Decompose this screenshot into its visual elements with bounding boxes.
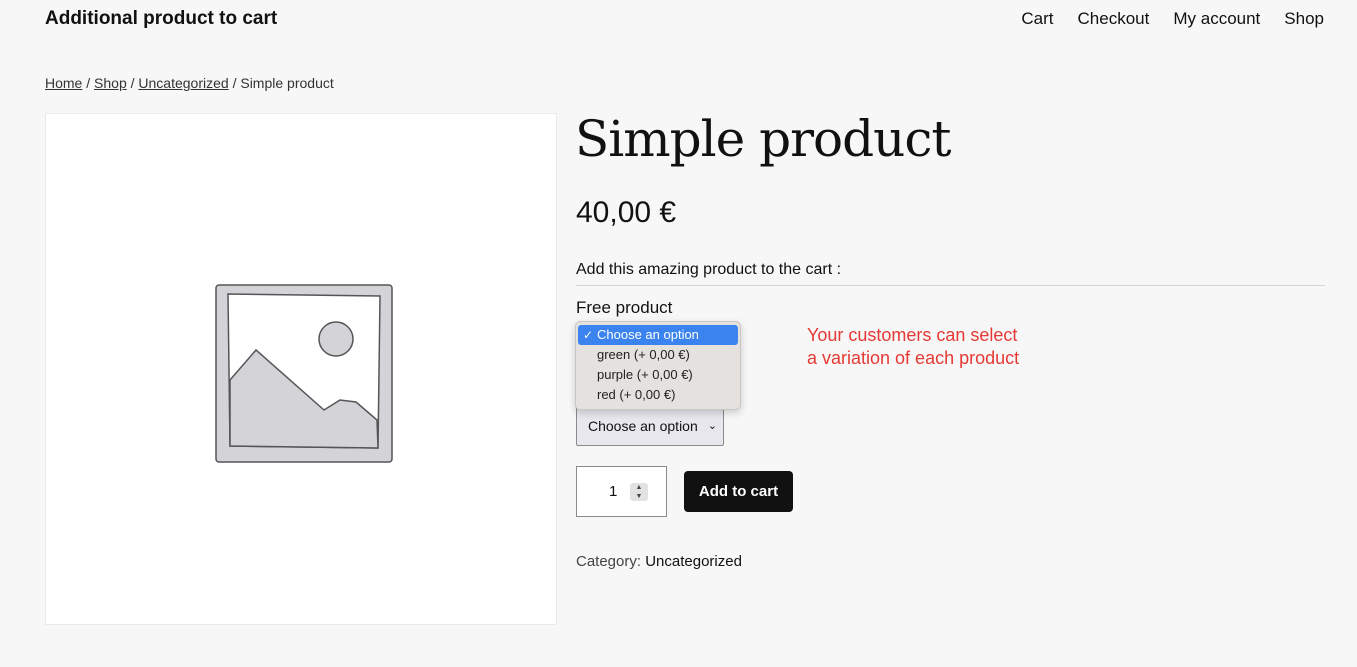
spinner-arrows-icon[interactable]: ▲ ▼ [630,483,648,501]
annotation-callout: Your customers can select a variation of… [807,324,1107,370]
breadcrumb: Home / Shop / Uncategorized / Simple pro… [45,75,334,91]
site-title[interactable]: Additional product to cart [45,8,277,30]
option-purple[interactable]: purple (+ 0,00 €) [578,365,738,385]
checkmark-icon: ✓ [583,328,594,342]
breadcrumb-category[interactable]: Uncategorized [138,75,228,91]
breadcrumb-separator: / [130,75,135,91]
annotation-line: a variation of each product [807,348,1020,368]
variation-select-value: Choose an option [588,418,698,434]
add-to-cart-button[interactable]: Add to cart [684,471,793,512]
breadcrumb-shop[interactable]: Shop [94,75,127,91]
variation-dropdown-menu: ✓ Choose an option green (+ 0,00 €) purp… [575,321,741,410]
chevron-down-icon: ⌄ [707,420,717,432]
option-green[interactable]: green (+ 0,00 €) [578,345,738,365]
nav-shop[interactable]: Shop [1284,9,1324,29]
option-label: Choose an option [597,327,699,342]
option-label: green (+ 0,00 €) [597,347,690,362]
quantity-input[interactable]: 1 [576,466,667,517]
quantity-value: 1 [609,483,618,500]
product-category: Category: Uncategorized [576,553,742,570]
category-label: Category: [576,553,642,570]
main-nav: Cart Checkout My account Shop [1021,9,1324,29]
option-label: red (+ 0,00 €) [597,387,676,402]
category-link[interactable]: Uncategorized [645,553,742,570]
product-image[interactable] [45,113,557,625]
annotation-line: Your customers can select [807,325,1018,345]
nav-my-account[interactable]: My account [1173,9,1260,29]
option-choose[interactable]: ✓ Choose an option [578,325,738,345]
product-title: Simple product [575,110,951,168]
option-red[interactable]: red (+ 0,00 €) [578,385,738,405]
breadcrumb-current: Simple product [240,75,334,91]
nav-checkout[interactable]: Checkout [1078,9,1150,29]
breadcrumb-separator: / [232,75,237,91]
nav-cart[interactable]: Cart [1021,9,1053,29]
breadcrumb-separator: / [86,75,91,91]
product-price: 40,00 € [576,196,677,229]
breadcrumb-home[interactable]: Home [45,75,82,91]
free-product-label: Free product [576,298,673,317]
variation-select[interactable]: Choose an option ⌄ [576,406,724,446]
placeholder-image-icon [215,284,393,463]
option-label: purple (+ 0,00 €) [597,367,693,382]
addon-heading: Add this amazing product to the cart : [576,261,1325,286]
